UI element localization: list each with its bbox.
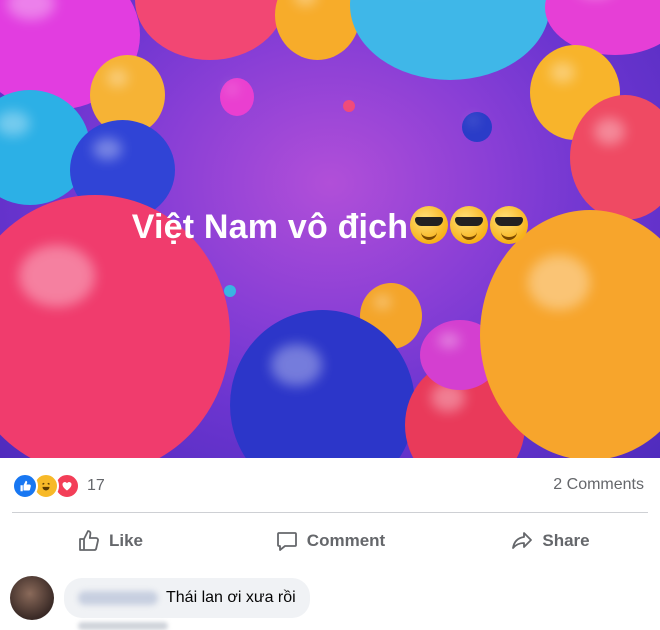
comment-label: Comment [306,531,386,550]
share-button[interactable]: Share [440,518,660,564]
comment-text: Thái lan ơi xưa rồi [166,589,296,606]
comment-bubble: Thái lan ơi xưa rồi [64,578,310,618]
share-icon [512,532,533,549]
sunglasses-emoji-icon [450,206,489,244]
comment-list: Thái lan ơi xưa rồi [0,566,660,630]
like-label: Like [108,531,144,550]
commenter-name-blurred[interactable] [78,591,158,605]
like-button[interactable]: Like [0,518,220,564]
thumbs-up-icon [79,530,99,551]
share-label: Share [542,531,590,550]
sunglasses-emoji-icon [410,206,449,244]
divider [12,512,648,513]
reaction-count: 17 [87,477,105,494]
comment-icon [276,532,297,551]
balloon [220,78,254,116]
comments-count-link[interactable]: 2 Comments [553,476,644,494]
comment-meta-blurred [78,622,168,630]
balloon [350,0,550,80]
balloon [224,285,236,297]
balloon [462,112,492,142]
comment-button[interactable]: Comment [220,518,440,564]
like-reaction-icon [12,473,38,499]
balloon [275,0,360,60]
avatar[interactable] [10,576,54,620]
post-actions-bar: Like Comment Share [0,518,660,564]
sunglasses-emoji-icon [490,206,529,244]
post-background: Việt Nam vô địch [0,0,660,458]
balloon [343,100,355,112]
post-text: Việt Nam vô địch [0,206,660,247]
reaction-summary[interactable]: 17 [12,473,105,499]
post-text-content: Việt Nam vô địch [131,208,409,246]
balloon [135,0,285,60]
